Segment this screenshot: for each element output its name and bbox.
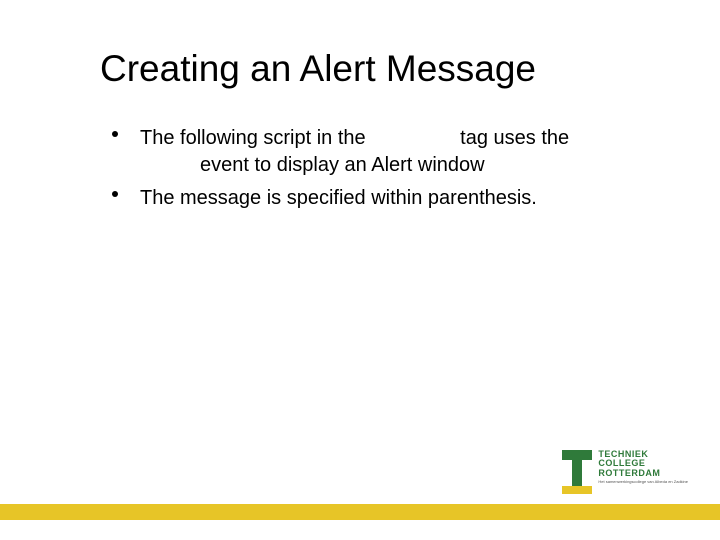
bullet-dot-icon — [112, 131, 118, 137]
text-fragment: The following script in the — [140, 127, 371, 149]
bullet-text: The following script in the tag uses the — [140, 127, 569, 149]
slide-title: Creating an Alert Message — [100, 48, 536, 90]
bullet-item: The following script in the tag uses the… — [110, 125, 640, 179]
logo: TECHNIEK COLLEGE ROTTERDAM Het samenwerk… — [560, 448, 692, 498]
logo-word: ROTTERDAM — [598, 469, 688, 478]
bullet-dot-icon — [112, 191, 118, 197]
slide: Creating an Alert Message The following … — [0, 0, 720, 540]
bullet-item: The message is specified within parenthe… — [110, 185, 640, 212]
logo-text: TECHNIEK COLLEGE ROTTERDAM Het samenwerk… — [598, 450, 688, 485]
footer-accent-bar — [0, 504, 720, 520]
logo-tagline: Het samenwerkingscollege van Albeda en Z… — [598, 480, 688, 484]
logo-mark-icon — [562, 450, 592, 494]
text-fragment: tag uses the — [455, 127, 570, 149]
bullet-text: The message is specified within parenthe… — [140, 187, 537, 209]
bullet-text-line2: event to display an Alert window — [140, 152, 640, 179]
bullet-list: The following script in the tag uses the… — [110, 125, 640, 218]
